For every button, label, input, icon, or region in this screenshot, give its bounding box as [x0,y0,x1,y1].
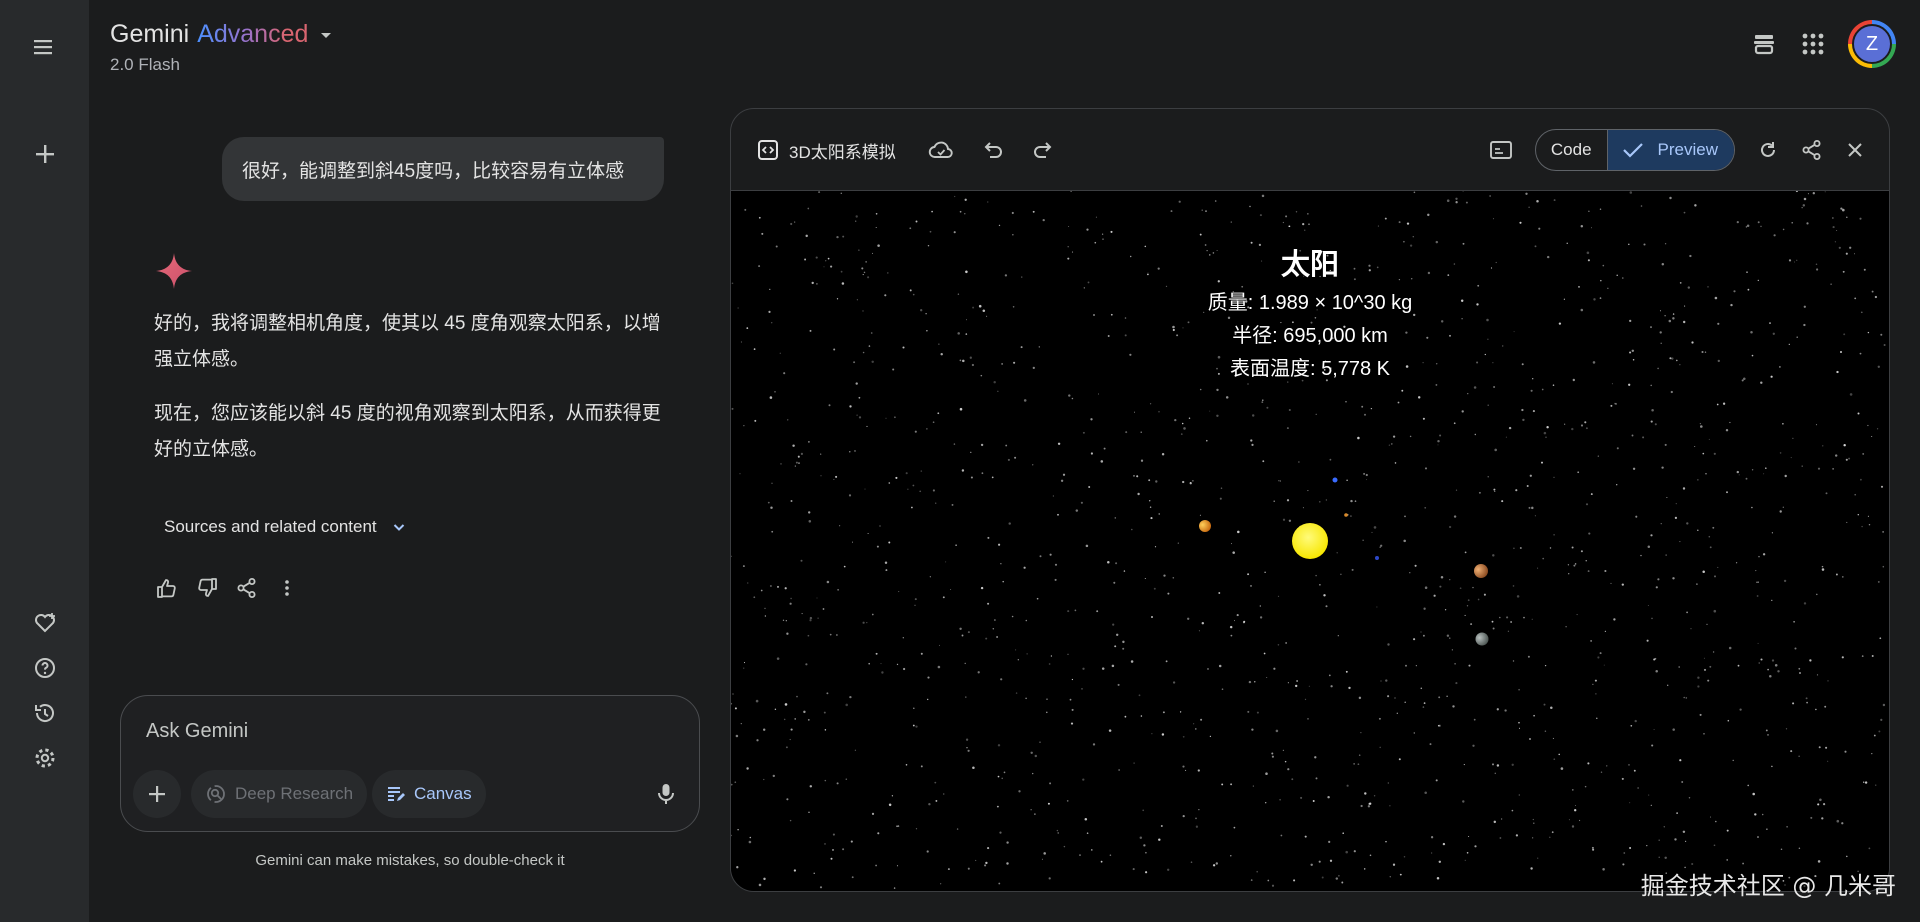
sun-name: 太阳 [1280,249,1339,281]
assistant-reply: 好的，我将调整相机角度，使其以 45 度角观察太阳系，以增强立体感。 现在，您应… [154,306,664,468]
reply-paragraph: 现在，您应该能以斜 45 度的视角观察到太阳系，从而获得更好的立体感。 [154,403,661,460]
code-tab-label: Code [1550,140,1592,159]
reply-paragraph: 好的，我将调整相机角度，使其以 45 度角观察太阳系，以增强立体感。 [154,313,661,370]
redo-icon[interactable] [1032,139,1054,161]
model-switcher[interactable]: Gemini Advanced [110,20,336,49]
sources-label: Sources and related content [164,517,377,536]
app-tier: Advanced [197,20,309,48]
planet[interactable] [1474,564,1488,578]
more-vert-icon[interactable] [274,575,300,601]
chevron-down-icon [321,32,332,38]
planet[interactable] [1375,556,1379,560]
sun-temperature: 表面温度: 5,778 K [1229,358,1391,380]
prompt-input[interactable]: Ask Gemini [146,720,248,743]
apps-grid-icon[interactable] [1800,31,1826,57]
planet[interactable] [1475,632,1489,646]
canvas-toolbar: 3D太阳系模拟 Code Preview [731,109,1889,191]
planet[interactable] [1344,513,1348,517]
add-attachment-button[interactable] [133,770,181,818]
gem-manager-icon[interactable] [24,602,66,644]
model-name: 2.0 Flash [110,55,180,74]
microphone-icon[interactable] [655,782,677,806]
new-chat-icon[interactable] [24,133,66,175]
thumbs-down-icon[interactable] [194,575,220,601]
canvas-icon [388,787,405,801]
check-icon [1622,143,1643,158]
refresh-icon[interactable] [1757,139,1779,161]
canvas-panel: 3D太阳系模拟 Code Preview 太阳 质量: 1.989 × 10^3… [730,108,1890,892]
canvas-button[interactable]: Canvas [372,770,486,818]
planet[interactable] [1332,477,1338,483]
code-tab[interactable]: Code [1536,130,1607,170]
avatar[interactable]: Z [1848,20,1896,68]
sun[interactable] [1292,523,1328,559]
console-icon[interactable] [1489,139,1513,161]
deep-research-icon [207,785,225,803]
share-icon[interactable] [1801,139,1823,161]
plus-icon [149,786,165,802]
canvas-title: 3D太阳系模拟 [789,142,896,162]
disclaimer: Gemini can make mistakes, so double-chec… [255,852,565,869]
sun-radius: 半径: 695,000 km [1232,325,1388,347]
prompt-composer[interactable]: Ask Gemini Deep Research Canvas [120,695,700,832]
code-file-icon [758,140,778,160]
undo-icon[interactable] [982,139,1004,161]
sources-toggle[interactable]: Sources and related content [152,507,419,547]
user-message: 很好，能调整到斜45度吗，比较容易有立体感 [222,137,664,201]
app-title: Gemini [110,20,190,48]
view-toggle[interactable]: Code Preview [1534,129,1735,171]
cloud-save-icon[interactable] [928,139,954,161]
activity-icon[interactable] [24,692,66,734]
share-icon[interactable] [234,575,260,601]
planet[interactable] [1199,520,1211,532]
close-icon[interactable] [1845,140,1865,160]
settings-icon[interactable] [24,737,66,779]
avatar-letter: Z [1852,24,1892,64]
deep-research-label: Deep Research [235,784,354,803]
side-rail [0,0,89,922]
deep-research-button[interactable]: Deep Research [191,770,368,818]
thumbs-up-icon[interactable] [154,575,180,601]
gemini-spark-icon [156,253,192,289]
sun-mass: 质量: 1.989 × 10^30 kg [1207,292,1413,314]
preview-tab-label: Preview [1657,140,1718,159]
incognito-icon[interactable] [1750,30,1778,58]
preview-tab[interactable]: Preview [1606,130,1734,170]
menu-icon[interactable] [24,26,66,68]
chevron-down-icon [393,524,404,531]
preview-stage[interactable]: 太阳 质量: 1.989 × 10^30 kg 半径: 695,000 km 表… [731,191,1889,891]
canvas-label: Canvas [414,784,472,803]
help-icon[interactable] [24,647,66,689]
watermark: 掘金技术社区 @ 几米哥 [1640,872,1896,900]
